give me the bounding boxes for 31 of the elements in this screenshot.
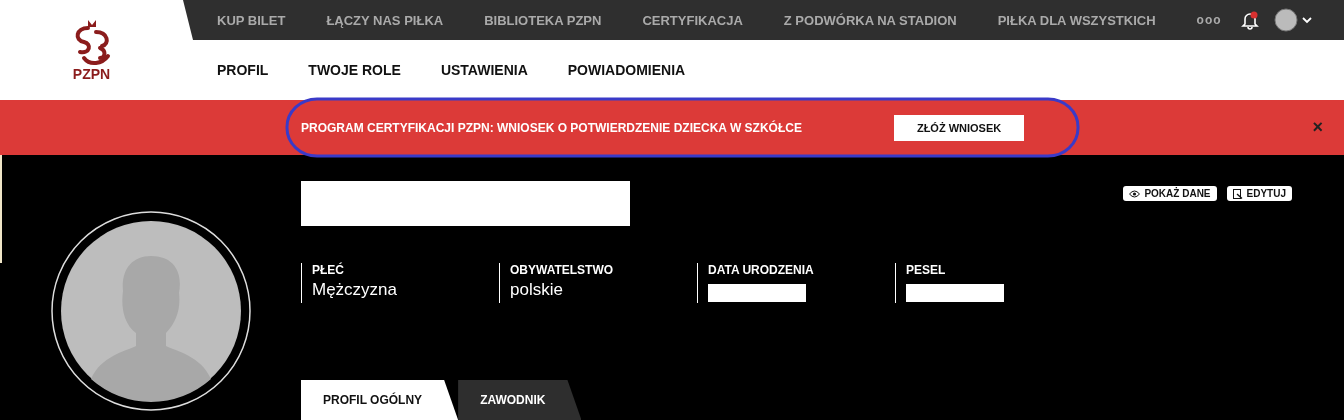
- more-menu[interactable]: ooo: [1196, 13, 1222, 27]
- edit-icon: [1232, 188, 1243, 199]
- top-nav-link[interactable]: KUP BILET: [217, 12, 286, 28]
- user-menu[interactable]: [1274, 8, 1312, 32]
- profile-nav-link[interactable]: USTAWIENIA: [440, 62, 528, 78]
- logo-text: PZPN: [72, 66, 111, 82]
- close-button[interactable]: ×: [1306, 116, 1329, 139]
- field-label: PŁEĆ: [312, 263, 345, 277]
- field-value: Mężczyzna: [312, 280, 399, 300]
- top-nav-link[interactable]: ŁĄCZY NAS PIŁKA: [326, 12, 444, 28]
- field-value: polskie: [510, 280, 564, 300]
- profile-nav-link[interactable]: POWIADOMIENIA: [567, 62, 686, 78]
- caret-icon: [1302, 16, 1312, 24]
- bell-icon[interactable]: [1240, 10, 1260, 30]
- top-nav-link[interactable]: Z PODWÓRKA NA STADION: [783, 12, 957, 28]
- apply-button[interactable]: ZŁÓŻ WNIOSEK: [893, 114, 1025, 141]
- top-nav-link[interactable]: CERTYFIKACJA: [642, 12, 743, 28]
- field-label: PESEL: [906, 263, 947, 277]
- profile-tab[interactable]: PROFIL OGÓLNY: [301, 380, 459, 420]
- profile-nav-link[interactable]: TWOJE ROLE: [308, 62, 401, 78]
- profile-tab[interactable]: ZAWODNIK: [458, 380, 582, 420]
- top-nav-link[interactable]: PIŁKA DLA WSZYSTKICH: [997, 12, 1156, 28]
- show-data-button[interactable]: POKAŻ DANE: [1123, 186, 1217, 201]
- eye-icon: [1129, 189, 1141, 198]
- field-label: OBYWATELSTWO: [510, 263, 615, 277]
- field-label: DATA URODZENIA: [708, 263, 815, 277]
- top-nav-link[interactable]: BIBLIOTEKA PZPN: [484, 12, 602, 28]
- profile-nav-link[interactable]: PROFIL: [217, 62, 269, 78]
- avatar-icon: [1274, 8, 1298, 32]
- banner-message: PROGRAM CERTYFIKACJI PZPN: WNIOSEK O POTWIERDZENIE DZIECKA W SZKÓŁCE: [301, 120, 802, 135]
- edit-button[interactable]: EDYTUJ: [1226, 186, 1292, 201]
